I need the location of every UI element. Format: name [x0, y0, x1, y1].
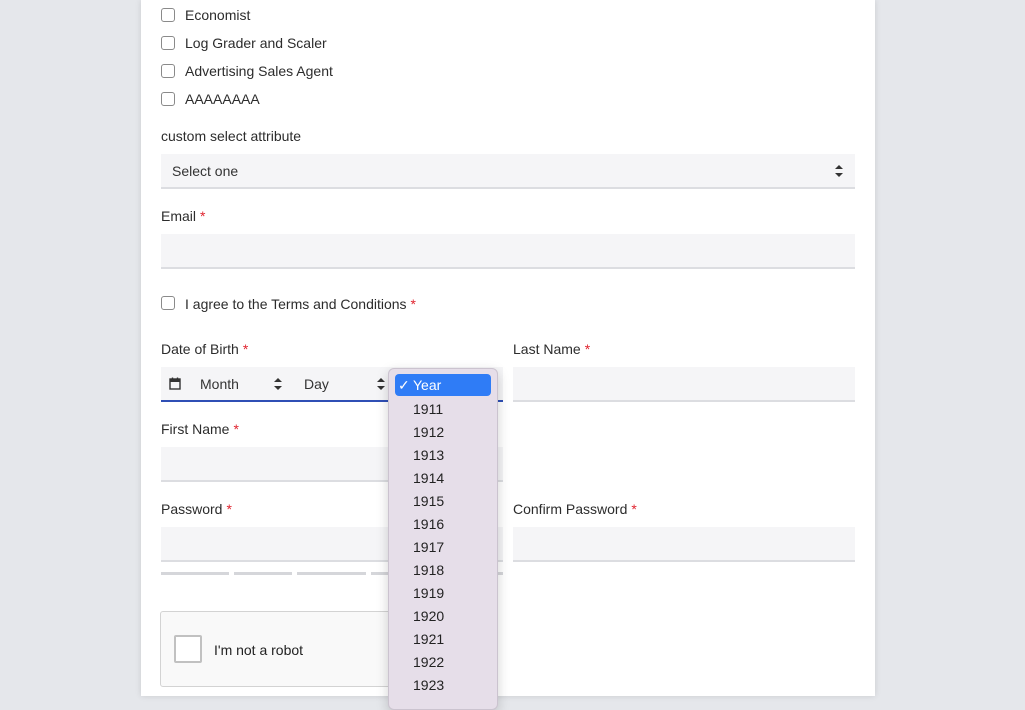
dob-label: Date of Birth * — [161, 341, 249, 357]
year-option[interactable]: 1922 — [413, 654, 444, 670]
last-name-field[interactable] — [513, 367, 855, 402]
confirm-password-field[interactable] — [513, 527, 855, 562]
password-label: Password * — [161, 501, 232, 517]
required-mark: * — [410, 296, 416, 312]
year-dropdown-menu: ✓ Year 1911 1912 1913 1914 1915 1916 191… — [388, 368, 498, 710]
calendar-icon — [169, 377, 181, 390]
year-option[interactable]: 1913 — [413, 447, 444, 463]
select-arrows-icon — [377, 378, 385, 390]
year-option[interactable]: 1923 — [413, 677, 444, 693]
year-option[interactable]: 1918 — [413, 562, 444, 578]
select-arrows-icon — [835, 165, 843, 177]
occupation-label: Log Grader and Scaler — [185, 35, 327, 51]
email-label: Email * — [161, 208, 206, 224]
occupation-checkbox-aaaaaaaa[interactable] — [161, 92, 175, 106]
confirm-password-label: Confirm Password * — [513, 501, 637, 517]
year-option-label: Year — [413, 377, 442, 393]
dob-day-select[interactable]: Day — [304, 376, 329, 392]
custom-select-value: Select one — [172, 163, 239, 179]
terms-label: I agree to the Terms and Conditions * — [185, 296, 416, 312]
required-mark: * — [200, 208, 206, 224]
required-mark: * — [233, 421, 239, 437]
checkmark-icon: ✓ — [398, 377, 410, 393]
year-option[interactable]: 1920 — [413, 608, 444, 624]
required-mark: * — [631, 501, 637, 517]
occupation-label: Advertising Sales Agent — [185, 63, 333, 79]
password-strength-bar — [234, 572, 292, 575]
year-option[interactable]: 1912 — [413, 424, 444, 440]
password-strength-bar — [297, 572, 366, 575]
required-mark: * — [242, 341, 249, 357]
year-option[interactable]: 1915 — [413, 493, 444, 509]
year-option[interactable]: 1917 — [413, 539, 444, 555]
custom-select[interactable]: Select one — [161, 154, 855, 189]
occupation-label: Economist — [185, 7, 251, 23]
year-option[interactable]: 1916 — [413, 516, 444, 532]
required-mark: * — [226, 501, 232, 517]
year-option-selected[interactable]: ✓ Year — [395, 374, 491, 396]
custom-select-label: custom select attribute — [161, 128, 302, 144]
year-option[interactable]: 1911 — [413, 401, 443, 417]
occupation-checkbox-economist[interactable] — [161, 8, 175, 22]
occupation-checkbox-advertising[interactable] — [161, 64, 175, 78]
email-field[interactable] — [161, 234, 855, 269]
year-option[interactable]: 1914 — [413, 470, 444, 486]
recaptcha-checkbox[interactable] — [174, 635, 202, 663]
recaptcha-label: I'm not a robot — [214, 642, 304, 658]
first-name-label: First Name * — [161, 421, 239, 437]
password-strength-bar — [161, 572, 229, 575]
dob-month-select[interactable]: Month — [200, 376, 239, 392]
year-option[interactable]: 1919 — [413, 585, 444, 601]
occupation-checkbox-log-grader[interactable] — [161, 36, 175, 50]
required-mark: * — [584, 341, 591, 357]
terms-checkbox[interactable] — [161, 296, 175, 310]
year-option[interactable]: 1921 — [413, 631, 444, 647]
select-arrows-icon — [274, 378, 282, 390]
occupation-label: AAAAAAAA — [185, 91, 260, 107]
last-name-label: Last Name * — [513, 341, 591, 357]
